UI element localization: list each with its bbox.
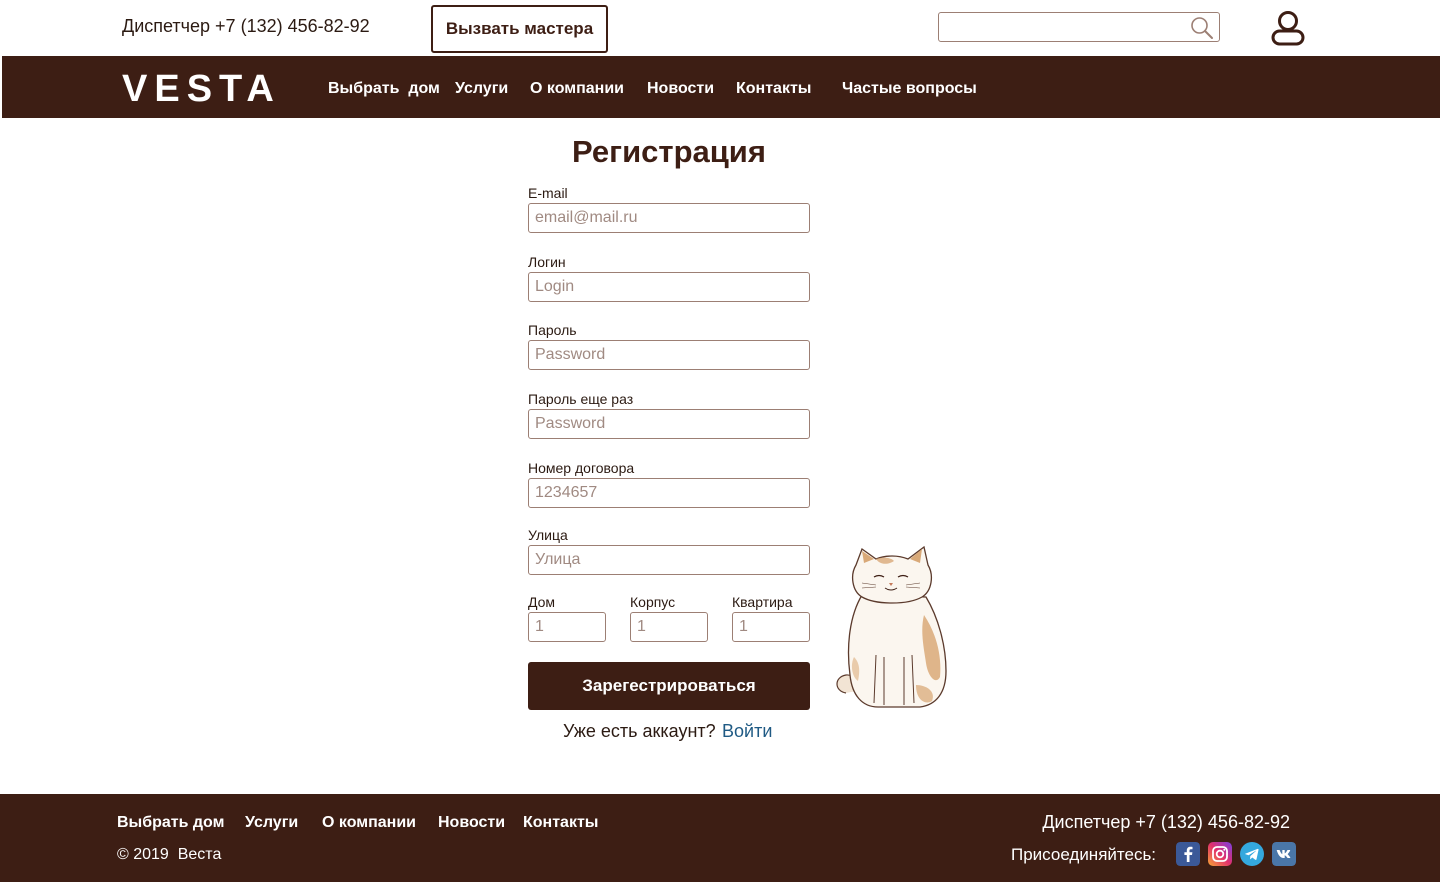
cat-illustration	[836, 545, 947, 708]
logo[interactable]: VESTA	[122, 68, 281, 111]
apartment-label: Квартира	[732, 594, 793, 610]
already-have-account-text: Уже есть аккаунт?	[563, 721, 716, 741]
register-button[interactable]: Зарегестрироваться	[528, 662, 810, 710]
footer-link-news[interactable]: Новости	[438, 814, 505, 832]
copyright: © 2019 Веста	[117, 846, 222, 863]
login-label: Логин	[528, 254, 566, 270]
footer-link-services[interactable]: Услуги	[245, 814, 298, 832]
email-label: E-mail	[528, 185, 568, 201]
footer-link-about[interactable]: О компании	[322, 814, 416, 832]
top-bar: Диспетчер +7 (132) 456-82-92 Вызвать мас…	[0, 0, 1440, 56]
street-label: Улица	[528, 527, 568, 543]
footer-link-contacts[interactable]: Контакты	[523, 814, 598, 832]
facebook-icon[interactable]	[1176, 842, 1200, 866]
login-link[interactable]: Войти	[722, 721, 772, 742]
nav-item-faq[interactable]: Частые вопросы	[842, 80, 977, 98]
house-field-box	[528, 612, 606, 642]
login-field[interactable]	[529, 273, 809, 301]
house-label: Дом	[528, 594, 556, 610]
footer-dispatcher-phone: Диспетчер +7 (132) 456-82-92	[1042, 812, 1290, 832]
house-field[interactable]	[529, 613, 605, 641]
login-field-box	[528, 272, 810, 302]
apartment-field[interactable]	[733, 613, 809, 641]
user-icon[interactable]	[1268, 9, 1308, 47]
join-us-label: Присоединяйтесь:	[1011, 845, 1157, 864]
search-input[interactable]	[939, 13, 1219, 41]
footer-link-choose-house[interactable]: Выбрать дом	[117, 814, 224, 832]
apartment-field-box	[732, 612, 810, 642]
password-repeat-field-box	[528, 409, 810, 439]
contract-number-field-box	[528, 478, 810, 508]
call-master-button[interactable]: Вызвать мастера	[431, 5, 608, 53]
telegram-icon[interactable]	[1240, 842, 1264, 866]
instagram-icon[interactable]	[1208, 842, 1232, 866]
nav-item-contacts[interactable]: Контакты	[736, 80, 811, 98]
nav-item-choose-house[interactable]: Выбрать дом	[328, 80, 440, 98]
password-repeat-label: Пароль еще раз	[528, 391, 634, 407]
password-label: Пароль	[528, 322, 577, 338]
nav-item-news[interactable]: Новости	[647, 80, 714, 98]
street-field-box	[528, 545, 810, 575]
footer: Выбрать дом Услуги О компании Новости Ко…	[0, 794, 1440, 882]
building-field[interactable]	[631, 613, 707, 641]
email-field[interactable]	[529, 204, 809, 232]
email-field-box	[528, 203, 810, 233]
contract-number-label: Номер договора	[528, 460, 635, 476]
nav-item-about[interactable]: О компании	[530, 80, 624, 98]
building-field-box	[630, 612, 708, 642]
main-nav: VESTA Выбрать дом Услуги О компании Ново…	[2, 56, 1440, 118]
contract-number-field[interactable]	[529, 479, 809, 507]
dispatcher-phone: Диспетчер +7 (132) 456-82-92	[122, 16, 370, 36]
nav-item-services[interactable]: Услуги	[455, 80, 508, 98]
password-field[interactable]	[529, 341, 809, 369]
search-icon[interactable]	[1189, 15, 1215, 41]
page-title: Регистрация	[572, 134, 766, 169]
building-label: Корпус	[630, 594, 676, 610]
password-repeat-field[interactable]	[529, 410, 809, 438]
street-field[interactable]	[529, 546, 809, 574]
search-box	[938, 12, 1220, 42]
password-field-box	[528, 340, 810, 370]
vk-icon[interactable]	[1272, 842, 1296, 866]
